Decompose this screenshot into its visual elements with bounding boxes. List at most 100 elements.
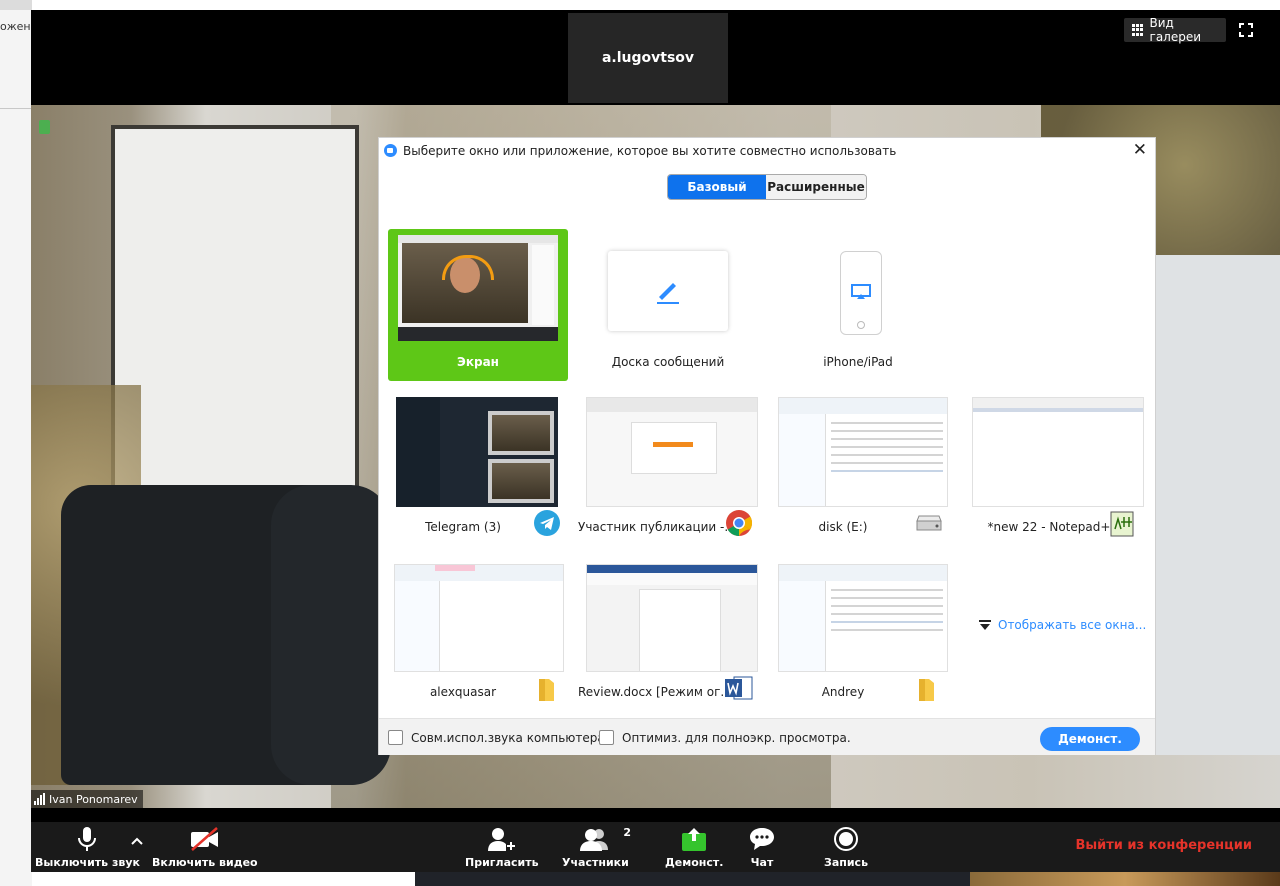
wall-right: [1151, 255, 1280, 755]
start-video-label: Включить видео: [152, 856, 258, 869]
folder-icon: [912, 675, 942, 705]
background-video: [970, 872, 1280, 886]
share-option-label: Доска сообщений: [611, 355, 725, 369]
folder-icon: [532, 675, 562, 705]
share-option-andrey[interactable]: Andrey: [768, 559, 948, 711]
grid-icon: [1132, 24, 1144, 36]
mute-button[interactable]: Выключить звук: [35, 822, 140, 872]
gallery-view-button[interactable]: Вид галереи: [1124, 16, 1226, 44]
share-option-disk-e[interactable]: disk (E:): [768, 394, 948, 546]
share-option-word[interactable]: Review.docx [Режим ог...: [578, 559, 758, 711]
microphone-icon: [78, 827, 97, 851]
invite-label: Пригласить: [465, 856, 539, 869]
share-option-telegram[interactable]: Telegram (3): [388, 394, 568, 546]
chair-back: [271, 485, 391, 785]
share-option-whiteboard[interactable]: Доска сообщений: [578, 229, 758, 381]
share-option-label: disk (E:): [818, 520, 868, 534]
share-sound-checkbox[interactable]: Совм.испол.звука компьютера: [388, 730, 605, 745]
start-video-button[interactable]: Включить видео: [152, 822, 258, 872]
video-off-icon: [190, 827, 218, 851]
share-option-notepadpp[interactable]: *new 22 - Notepad++: [958, 394, 1144, 546]
share-option-label: alexquasar: [429, 685, 497, 699]
record-button[interactable]: Запись: [824, 822, 868, 872]
participants-count: 2: [623, 826, 632, 839]
phone-thumbnail: [840, 251, 882, 335]
background-window: ожени: [0, 0, 38, 886]
close-icon[interactable]: ✕: [1133, 140, 1147, 160]
invite-button[interactable]: Пригласить: [465, 822, 539, 872]
notepad-thumbnail: [972, 397, 1144, 507]
share-option-label: Telegram (3): [425, 520, 501, 534]
show-all-label: Отображать все окна...: [998, 618, 1147, 632]
participant-name: Ivan Ponomarev: [49, 792, 138, 806]
participants-button[interactable]: 2 Участники: [562, 822, 632, 872]
dialog-title: Выберите окно или приложение, которое вы…: [403, 143, 897, 158]
tab-basic[interactable]: Базовый: [668, 175, 766, 199]
dialog-footer: Совм.испол.звука компьютера Оптимиз. для…: [379, 718, 1155, 755]
gallery-view-label: Вид галереи: [1149, 16, 1202, 44]
leave-meeting-button[interactable]: Выйти из конференции: [1075, 838, 1252, 853]
share-button[interactable]: Демонст.: [1040, 727, 1140, 751]
share-screen-icon: [682, 828, 707, 851]
checkbox-box[interactable]: [599, 730, 614, 745]
mute-label: Выключить звук: [35, 856, 140, 869]
chrome-icon: [724, 508, 754, 538]
share-option-label: Экран: [457, 355, 499, 369]
chevron-up-icon[interactable]: [131, 836, 143, 846]
explorer-thumbnail: [778, 564, 948, 672]
record-label: Запись: [824, 856, 869, 869]
word-thumbnail: [586, 564, 758, 672]
participant-tile-top[interactable]: a.lugovtsov: [568, 13, 728, 103]
share-option-chrome[interactable]: Участник публикации -...: [578, 394, 758, 546]
participants-label: Участники: [562, 856, 629, 869]
chat-button[interactable]: Чат: [748, 822, 776, 872]
zoom-logo-icon: [384, 144, 397, 157]
lock-icon[interactable]: [39, 120, 50, 134]
fullscreen-icon[interactable]: [1239, 23, 1253, 37]
share-sound-label: Совм.испол.звука компьютера: [411, 730, 605, 745]
share-option-screen[interactable]: Экран: [388, 229, 568, 381]
chrome-thumbnail: [586, 397, 758, 507]
optimize-label: Оптимиз. для полноэкр. просмотра.: [622, 730, 851, 745]
zoom-meeting-window: a.lugovtsov Вид галереи Ivan Ponomarev В…: [31, 10, 1280, 872]
share-screen-dialog: Выберите окно или приложение, которое вы…: [378, 137, 1156, 755]
share-option-label: Andrey: [821, 685, 865, 699]
telegram-icon: [532, 508, 562, 538]
tab-advanced[interactable]: Расширенные: [766, 175, 866, 199]
word-icon: [724, 673, 754, 703]
add-user-icon: [487, 828, 516, 851]
show-all-windows-link[interactable]: Отображать все окна...: [979, 618, 1146, 632]
background-window-titlebar: [0, 0, 32, 10]
dialog-titlebar: Выберите окно или приложение, которое вы…: [379, 138, 1155, 163]
drive-icon: [914, 508, 944, 538]
notepadpp-icon: [1108, 508, 1138, 538]
expand-down-icon: [979, 620, 991, 630]
explorer-thumbnail: [778, 397, 948, 507]
whiteboard-thumbnail: [608, 251, 728, 331]
pen-icon: [657, 283, 679, 304]
share-screen-label: Демонст.: [665, 856, 724, 869]
background-taskbar: [415, 872, 970, 886]
chat-icon: [750, 828, 774, 850]
checkbox-box[interactable]: [388, 730, 403, 745]
airplay-icon: [851, 284, 871, 299]
share-mode-tabs: Базовый Расширенные: [667, 174, 867, 200]
record-icon: [834, 827, 859, 851]
share-option-label: iPhone/iPad: [823, 355, 893, 369]
divider: [0, 108, 32, 109]
optimize-checkbox[interactable]: Оптимиз. для полноэкр. просмотра.: [599, 730, 851, 745]
participant-name: a.lugovtsov: [601, 50, 695, 66]
share-option-iphone-ipad[interactable]: iPhone/iPad: [768, 229, 948, 381]
share-option-alexquasar[interactable]: alexquasar: [388, 559, 568, 711]
share-screen-button[interactable]: Демонст.: [665, 822, 723, 872]
participant-name-tag: Ivan Ponomarev: [31, 790, 143, 808]
screen-thumbnail: [398, 235, 558, 341]
meeting-toolbar: Выключить звук Включить видео Пригласить…: [31, 822, 1280, 872]
share-option-label: Участник публикации -...: [578, 520, 736, 534]
telegram-thumbnail: [396, 397, 558, 507]
chat-label: Чат: [750, 856, 774, 869]
share-option-label: Review.docx [Режим ог...: [578, 685, 732, 699]
participants-icon: [580, 829, 609, 851]
explorer-thumbnail: [394, 564, 564, 672]
signal-icon: [34, 793, 45, 805]
